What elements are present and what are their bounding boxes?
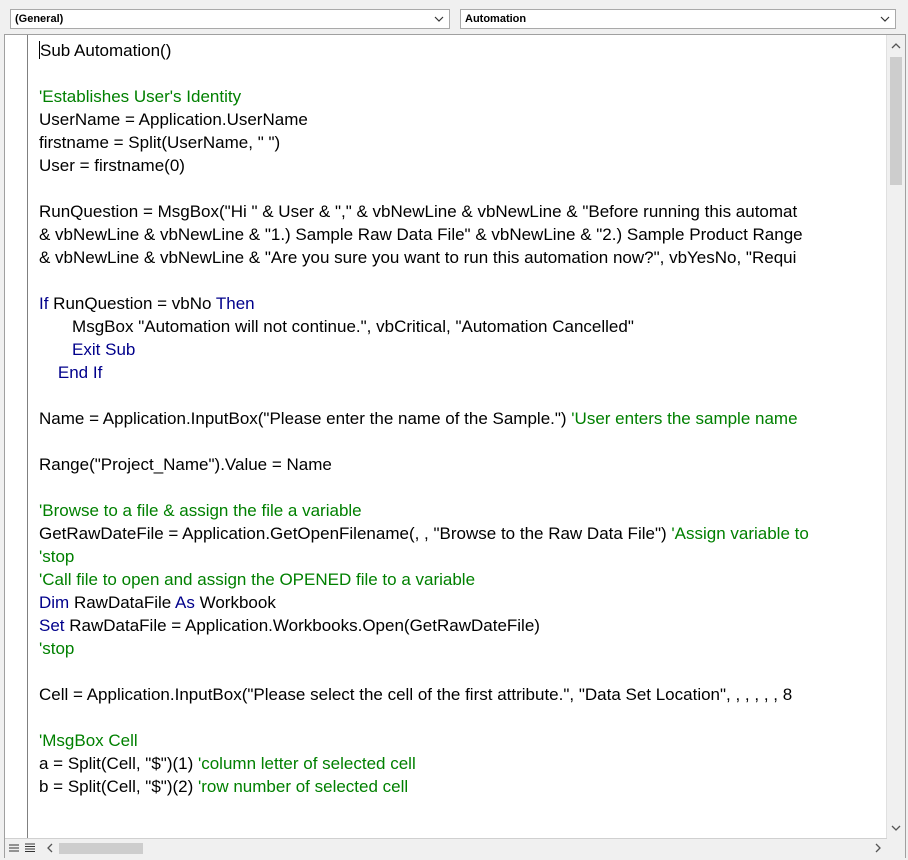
code-keyword: End If xyxy=(39,363,103,382)
code-line[interactable]: UserName = Application.UserName xyxy=(39,108,887,131)
code-comment: 'MsgBox Cell xyxy=(39,731,138,750)
scrollbar-corner xyxy=(887,838,905,857)
code-keyword: As xyxy=(175,593,195,612)
code-line[interactable]: a = Split(Cell, "$")(1) 'column letter o… xyxy=(39,752,887,775)
chevron-down-icon xyxy=(880,16,890,22)
code-text: MsgBox "Automation will not continue.", … xyxy=(39,317,634,336)
arrow-left-icon[interactable] xyxy=(45,842,55,854)
procedure-view-icon[interactable] xyxy=(8,842,20,854)
code-line[interactable] xyxy=(39,177,887,200)
vertical-scroll-thumb[interactable] xyxy=(890,57,902,185)
code-keyword: Then xyxy=(215,294,255,313)
code-comment: 'row number of selected cell xyxy=(197,777,409,796)
object-dropdown-value: (General) xyxy=(15,13,64,25)
code-line[interactable]: MsgBox "Automation will not continue.", … xyxy=(39,315,887,338)
code-text: RawDataFile xyxy=(69,593,176,612)
code-comment: 'Establishes User's Identity xyxy=(39,87,242,106)
window-top-strip xyxy=(0,0,908,6)
code-comment: 'stop xyxy=(39,547,75,566)
code-line[interactable]: b = Split(Cell, "$")(2) 'row number of s… xyxy=(39,775,887,798)
code-line[interactable] xyxy=(39,476,887,499)
code-comment: 'column letter of selected cell xyxy=(197,754,416,773)
code-comment: 'User enters the sample name xyxy=(571,409,798,428)
horizontal-scrollbar[interactable] xyxy=(41,839,887,858)
code-line[interactable]: 'stop xyxy=(39,545,887,568)
vertical-scrollbar[interactable] xyxy=(886,35,905,838)
full-module-view-icon[interactable] xyxy=(24,842,36,854)
code-line[interactable]: Set RawDataFile = Application.Workbooks.… xyxy=(39,614,887,637)
code-line[interactable] xyxy=(39,660,887,683)
code-text: Cell = Application.InputBox("Please sele… xyxy=(39,685,793,704)
code-line[interactable]: 'MsgBox Cell xyxy=(39,729,887,752)
code-text: RawDataFile = Application.Workbooks.Open… xyxy=(64,616,540,635)
code-line[interactable]: End If xyxy=(39,361,887,384)
procedure-dropdown-value: Automation xyxy=(465,13,527,25)
code-line[interactable]: RunQuestion = MsgBox("Hi " & User & "," … xyxy=(39,200,887,223)
procedure-dropdown[interactable]: Automation xyxy=(460,9,896,29)
code-text: User = firstname(0) xyxy=(39,156,185,175)
code-line[interactable]: GetRawDateFile = Application.GetOpenFile… xyxy=(39,522,887,545)
code-text: Name = Application.InputBox("Please ente… xyxy=(39,409,572,428)
code-text: & vbNewLine & vbNewLine & "Are you sure … xyxy=(39,248,797,267)
code-comment: 'Browse to a file & assign the file a va… xyxy=(39,501,362,520)
arrow-right-icon[interactable] xyxy=(873,842,883,854)
code-line[interactable] xyxy=(39,430,887,453)
code-keyword: Dim xyxy=(39,593,70,612)
code-line[interactable]: If RunQuestion = vbNo Then xyxy=(39,292,887,315)
object-dropdown[interactable]: (General) xyxy=(10,9,450,29)
code-line[interactable] xyxy=(39,62,887,85)
code-keyword: Set xyxy=(39,616,65,635)
code-text: b = Split(Cell, "$")(2) xyxy=(39,777,198,796)
code-line[interactable]: User = firstname(0) xyxy=(39,154,887,177)
code-comment: 'Call file to open and assign the OPENED… xyxy=(39,570,476,589)
code-line[interactable]: 'Call file to open and assign the OPENED… xyxy=(39,568,887,591)
arrow-down-icon[interactable] xyxy=(891,823,901,833)
code-window: Sub Automation() 'Establishes User's Iden… xyxy=(4,34,906,858)
code-line[interactable]: & vbNewLine & vbNewLine & "Are you sure … xyxy=(39,246,887,269)
code-text: RunQuestion = vbNo xyxy=(48,294,216,313)
code-line[interactable]: Range("Project_Name").Value = Name xyxy=(39,453,887,476)
code-text: Workbook xyxy=(194,593,276,612)
code-line[interactable]: 'Browse to a file & assign the file a va… xyxy=(39,499,887,522)
code-text: RunQuestion = MsgBox("Hi " & User & "," … xyxy=(39,202,798,221)
bottom-bar xyxy=(5,838,905,858)
code-line[interactable]: & vbNewLine & vbNewLine & "1.) Sample Ra… xyxy=(39,223,887,246)
code-line[interactable]: firstname = Split(UserName, " ") xyxy=(39,131,887,154)
code-text: Sub Automation() xyxy=(40,41,172,60)
code-line[interactable] xyxy=(39,269,887,292)
code-line[interactable]: Dim RawDataFile As Workbook xyxy=(39,591,887,614)
code-line[interactable]: 'stop xyxy=(39,637,887,660)
chevron-down-icon xyxy=(434,16,444,22)
code-line[interactable]: Cell = Application.InputBox("Please sele… xyxy=(39,683,887,706)
code-line[interactable] xyxy=(39,384,887,407)
code-text: & vbNewLine & vbNewLine & "1.) Sample Ra… xyxy=(39,225,803,244)
code-line[interactable]: 'Establishes User's Identity xyxy=(39,85,887,108)
code-text: UserName = Application.UserName xyxy=(39,110,308,129)
code-text: firstname = Split(UserName, " ") xyxy=(39,133,281,152)
code-editor-area[interactable]: Sub Automation() 'Establishes User's Iden… xyxy=(39,39,887,835)
code-line[interactable]: Exit Sub xyxy=(39,338,887,361)
margin-indicator-bar[interactable] xyxy=(5,35,28,838)
code-keyword: Exit Sub xyxy=(39,340,136,359)
code-comment: 'Assign variable to xyxy=(671,524,809,543)
horizontal-scroll-thumb[interactable] xyxy=(59,843,143,854)
code-line[interactable]: Sub Automation() xyxy=(39,39,887,62)
code-line[interactable] xyxy=(39,706,887,729)
code-text: Range("Project_Name").Value = Name xyxy=(39,455,332,474)
code-text: GetRawDateFile = Application.GetOpenFile… xyxy=(39,524,672,543)
code-line[interactable]: Name = Application.InputBox("Please ente… xyxy=(39,407,887,430)
arrow-up-icon[interactable] xyxy=(891,41,901,51)
code-comment: 'stop xyxy=(39,639,75,658)
code-text: a = Split(Cell, "$")(1) xyxy=(39,754,198,773)
